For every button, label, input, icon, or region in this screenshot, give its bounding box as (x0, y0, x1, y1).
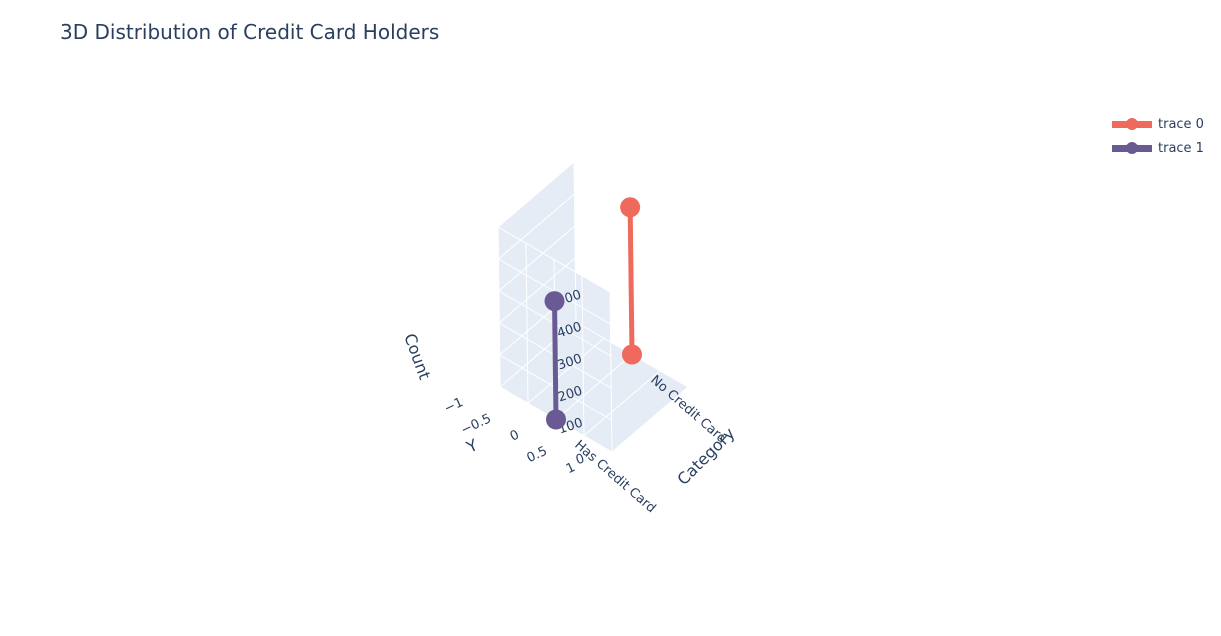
legend: trace 0 trace 1 (1112, 112, 1204, 160)
legend-label-trace-1: trace 1 (1158, 140, 1204, 156)
z-axis-title: Count (400, 331, 434, 382)
legend-swatch-trace-0 (1112, 118, 1152, 130)
y-tick-label: −1 (442, 395, 466, 417)
data-point-trace-0 (622, 344, 642, 365)
y-tick-label: 0.5 (525, 444, 550, 466)
series-line-trace-0 (627, 204, 635, 357)
legend-marker-trace-0 (1126, 118, 1138, 130)
legend-swatch-trace-1 (1112, 142, 1152, 154)
y-tick-label: 0 (508, 428, 522, 445)
chart-3d-scene[interactable]: 0100200300400500−1−0.5 00.51Has Credit Ca… (0, 0, 1221, 636)
legend-marker-trace-1 (1126, 142, 1138, 154)
y-tick-label: 1 (564, 460, 578, 477)
legend-item-trace-1[interactable]: trace 1 (1112, 136, 1204, 160)
data-point-trace-1 (546, 409, 566, 430)
legend-item-trace-0[interactable]: trace 0 (1112, 112, 1204, 136)
series-trace-0 (620, 197, 642, 365)
y-tick-label: −0.5 (459, 411, 494, 438)
legend-label-trace-0: trace 0 (1158, 116, 1204, 132)
data-point-trace-1 (544, 291, 565, 312)
y-axis-title: Y (463, 435, 481, 457)
series-line-trace-1 (552, 298, 559, 422)
data-point-trace-0 (620, 197, 641, 218)
